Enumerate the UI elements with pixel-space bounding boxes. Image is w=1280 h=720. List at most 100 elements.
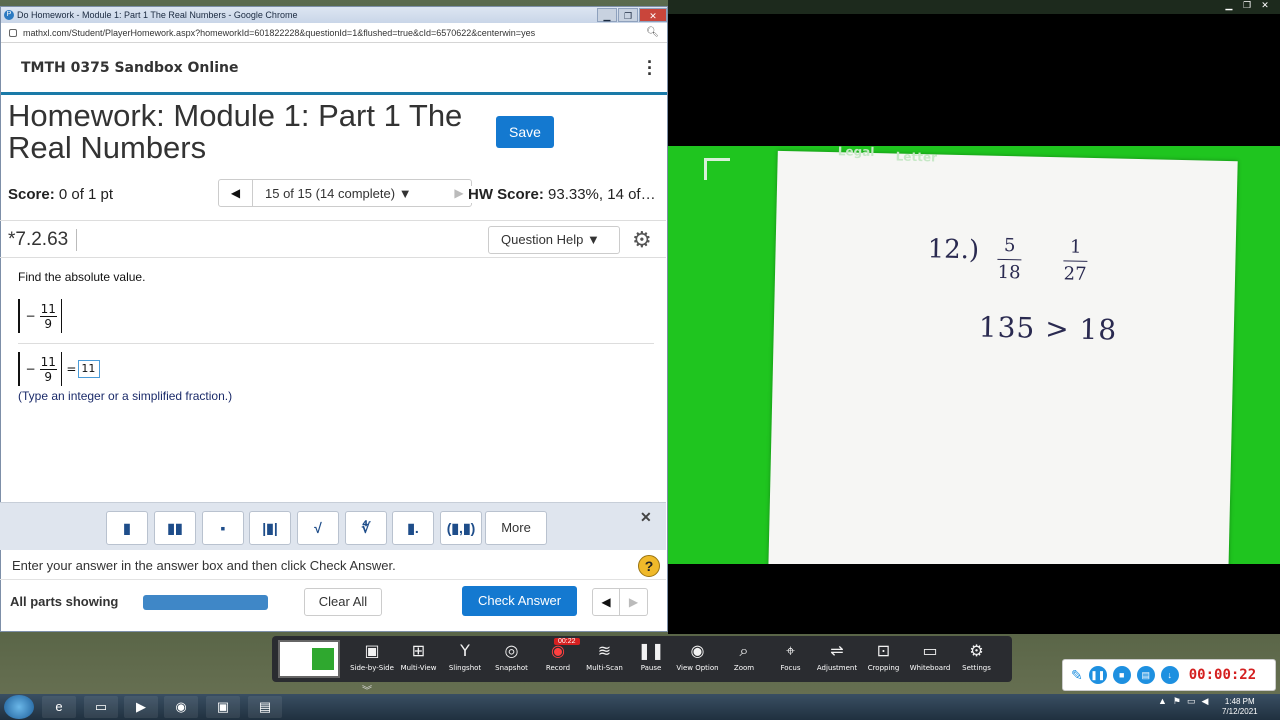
handwritten-fraction-1-den: 18 <box>997 261 1021 284</box>
palette-ordered-pair-button[interactable]: (▮,▮) <box>440 511 482 545</box>
question-help-button[interactable]: Question Help ▼ <box>488 226 620 254</box>
question-help-label: Question Help <box>501 232 584 247</box>
question-select[interactable]: 15 of 15 (14 complete) ▼ <box>253 186 412 201</box>
paper-size-legal-label: Legal <box>837 146 875 160</box>
recorder-tool-label: Adjustment <box>816 664 858 672</box>
browser-window-title: Do Homework - Module 1: Part 1 The Real … <box>17 10 298 20</box>
stop-recording-icon[interactable]: ■ <box>1112 666 1131 684</box>
taskbar-clock[interactable]: 1:48 PM 7/12/2021 <box>1222 697 1258 717</box>
recorder-tool-whiteboard[interactable]: ▭ Whiteboard <box>906 640 954 672</box>
next-question-icon[interactable]: ▶ <box>620 588 648 616</box>
recorder-tool-label: Cropping <box>867 664 900 672</box>
answer-input[interactable]: 11 <box>78 360 101 378</box>
abs-bar-right <box>60 299 63 333</box>
hw-score-value: 93.33%, 14 of… <box>548 186 656 203</box>
more-options-icon[interactable]: · · · <box>647 53 653 83</box>
homework-score: HW Score: 93.33%, 14 of… <box>466 186 656 203</box>
check-answer-button[interactable]: Check Answer <box>462 586 577 616</box>
camera-letterbox-top <box>668 14 1280 146</box>
document-app-icon[interactable]: ▤ <box>248 696 282 718</box>
flag-icon[interactable]: ⚑ <box>1173 696 1181 707</box>
zoom-icon[interactable]: 🔍︎ <box>646 27 659 38</box>
preview-thumbnail[interactable] <box>278 640 340 678</box>
recorder-tool-multi-view[interactable]: ⊞ Multi-View <box>395 640 443 672</box>
file-explorer-icon[interactable]: ▭ <box>84 696 118 718</box>
close-icon[interactable]: ✕ <box>639 8 667 22</box>
maximize-icon[interactable]: ❐ <box>618 8 638 22</box>
address-bar[interactable]: mathxl.com/Student/PlayerHomework.aspx?h… <box>1 23 667 43</box>
save-button[interactable]: Save <box>496 116 554 148</box>
question-select-label: 15 of 15 (14 complete) <box>265 185 396 201</box>
multi-view-icon: ⊞ <box>411 641 426 660</box>
close-icon[interactable]: ✕ <box>1258 0 1272 11</box>
help-icon[interactable]: ? <box>638 555 660 577</box>
snapshot-icon: ◎ <box>504 641 519 660</box>
palette-absolute-value-button[interactable]: |▮| <box>249 511 291 545</box>
handwritten-problem-number: 12.) <box>927 234 980 266</box>
all-parts-label: All parts showing <box>10 594 119 609</box>
abs-bar-left <box>18 352 20 386</box>
start-button-icon[interactable] <box>4 695 34 719</box>
recorder-tool-pause[interactable]: ❚❚ Pause <box>627 640 675 672</box>
restore-icon[interactable]: ❐ <box>1240 0 1254 11</box>
settings-icon: ⚙ <box>969 641 984 660</box>
palette-square-root-button[interactable]: √ <box>297 511 339 545</box>
clear-all-button[interactable]: Clear All <box>304 588 382 616</box>
browser-titlebar[interactable]: P Do Homework - Module 1: Part 1 The Rea… <box>1 7 667 23</box>
recorder-tool-multi-scan[interactable]: ≋ Multi-Scan <box>581 640 629 672</box>
tray-expand-icon[interactable]: ▲ <box>1158 696 1167 707</box>
recorder-tool-cropping[interactable]: ⊡ Cropping <box>860 640 908 672</box>
mathxl-favicon-icon: P <box>4 10 14 20</box>
recorder-tool-side-by-side[interactable]: ▣ Side-by-Side <box>348 640 396 672</box>
question-navigator: ◀ 15 of 15 (14 complete) ▼ ▶ <box>218 179 472 207</box>
media-player-icon[interactable]: ▶ <box>124 696 158 718</box>
recorder-tool-label: Record <box>545 664 571 672</box>
palette-fraction-button[interactable]: ▮ <box>106 511 148 545</box>
absolute-value-expression: − 11 9 <box>18 299 63 333</box>
minimize-icon[interactable]: ▁ <box>597 8 617 22</box>
camera-letterbox-bottom <box>668 564 1280 634</box>
handwritten-fraction-1-num: 5 <box>1003 234 1016 257</box>
download-icon[interactable]: ↓ <box>1160 666 1179 684</box>
palette-decimal-button[interactable]: ▮. <box>392 511 434 545</box>
recorder-tool-label: Multi-View <box>400 664 437 672</box>
palette-more-button[interactable]: More <box>485 511 547 545</box>
recorder-tool-slingshot[interactable]: Y Slingshot <box>441 640 489 672</box>
gear-icon[interactable]: ⚙ <box>632 227 652 253</box>
previous-question-icon[interactable]: ◀ <box>592 588 620 616</box>
recorder-tool-adjustment[interactable]: ⇌ Adjustment <box>813 640 861 672</box>
chrome-icon[interactable]: ◉ <box>164 696 198 718</box>
url-text[interactable]: mathxl.com/Student/PlayerHomework.aspx?h… <box>23 28 535 38</box>
camera-app-icon[interactable]: ▣ <box>206 696 240 718</box>
close-icon[interactable]: ✕ <box>640 509 652 526</box>
internet-explorer-icon[interactable]: e <box>42 696 76 718</box>
caret-down-icon: ▼ <box>398 185 412 201</box>
windows-taskbar: e ▭ ▶ ◉ ▣ ▤ ▲ ⚑ ▭ ◀ 1:48 PM 7/12/2021 <box>0 694 1280 720</box>
recorder-tool-focus[interactable]: ⌖ Focus <box>767 640 815 672</box>
recorder-tool-view-option[interactable]: ◉ View Option <box>674 640 722 672</box>
course-title: TMTH 0375 Sandbox Online <box>21 59 239 76</box>
recorder-tool-settings[interactable]: ⚙ Settings <box>953 640 1001 672</box>
palette-exponent-button[interactable]: ▪ <box>202 511 244 545</box>
pause-recording-icon[interactable]: ❚❚ <box>1088 666 1107 684</box>
save-recording-icon[interactable]: ▤ <box>1136 666 1155 684</box>
volume-icon[interactable]: ◀ <box>1202 696 1209 707</box>
recorder-toolbar: ▣ Side-by-Side ⊞ Multi-View Y Slingshot ◎ Snaps… <box>272 636 1012 682</box>
record-time-badge: 00:22 <box>554 638 580 645</box>
homework-title: Homework: Module 1: Part 1 The Real Numb… <box>8 98 463 165</box>
recorder-tool-snapshot[interactable]: ◎ Snapshot <box>488 640 536 672</box>
recorder-tool-label: Focus <box>780 664 801 672</box>
secondary-window-controls[interactable]: ▁ ❐ ✕ <box>1222 0 1272 11</box>
previous-question-icon[interactable]: ◀ <box>219 180 253 206</box>
pen-icon[interactable]: ✎ <box>1071 667 1083 684</box>
palette-nth-root-button[interactable]: ∜ <box>345 511 387 545</box>
palette-mixed-number-button[interactable]: ▮▮ <box>154 511 196 545</box>
paper-sheet: Legal Letter 12.) 5 18 1 27 135 > 18 <box>768 146 1238 564</box>
instruction-bar: Enter your answer in the answer box and … <box>0 552 666 580</box>
handwritten-fraction-2-den: 27 <box>1063 263 1087 285</box>
minimize-icon[interactable]: ▁ <box>1222 0 1236 11</box>
network-icon[interactable]: ▭ <box>1187 696 1196 707</box>
handwritten-fraction-2: 1 27 <box>1063 235 1088 287</box>
score-value: 0 of 1 pt <box>58 186 114 203</box>
recorder-tool-zoom[interactable]: ⌕ Zoom <box>720 640 768 672</box>
